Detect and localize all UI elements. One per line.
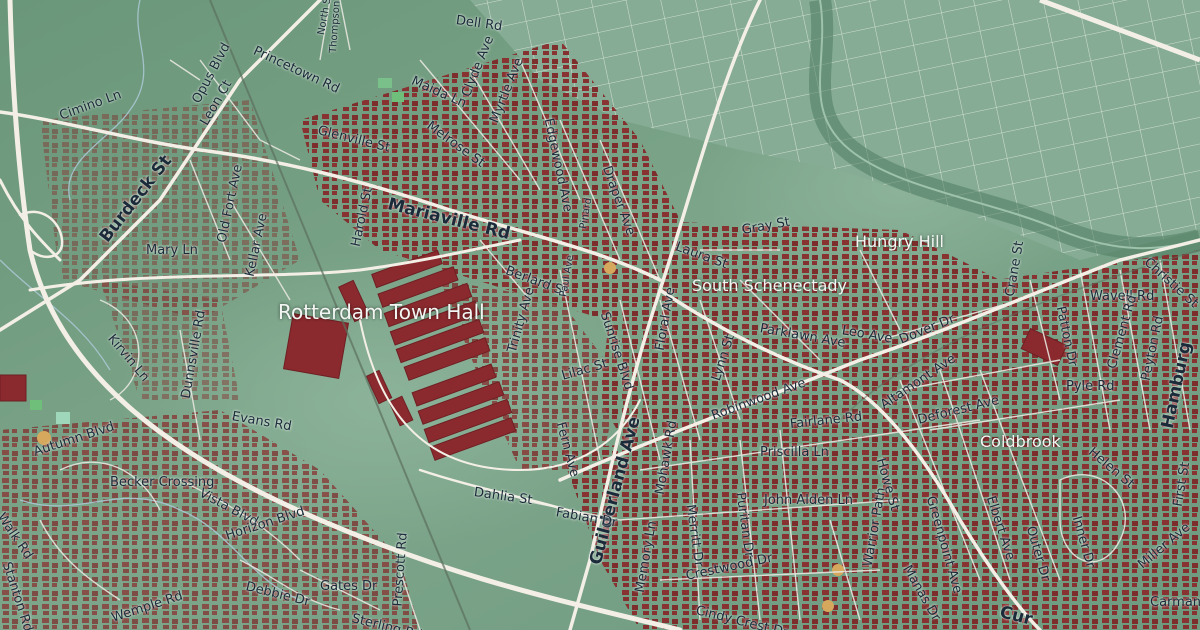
street-label-becker: Becker Crossing — [110, 475, 215, 490]
place-label-coldbrook[interactable]: Coldbrook — [980, 434, 1061, 450]
place-label-south-schenectady[interactable]: South Schenectady — [692, 278, 847, 294]
street-label-pyle: Pyle Rd — [1066, 379, 1115, 394]
street-label-priscilla: Priscilla Ln — [760, 445, 829, 460]
place-label-rotterdam-town-hall[interactable]: Rotterdam Town Hall — [278, 302, 485, 322]
street-label-carman: Carman — [1150, 595, 1200, 610]
street-label-wavell: Wavell Rd — [1090, 289, 1155, 304]
street-label-gates: Gates Dr — [320, 579, 378, 594]
street-label-mary: Mary Ln — [146, 243, 198, 258]
street-label-john-alden: John Alden Ln — [764, 493, 854, 508]
place-label-hungry-hill[interactable]: Hungry Hill — [855, 234, 944, 250]
map-canvas[interactable]: Rotterdam Town Hall South Schenectady Hu… — [0, 0, 1200, 630]
